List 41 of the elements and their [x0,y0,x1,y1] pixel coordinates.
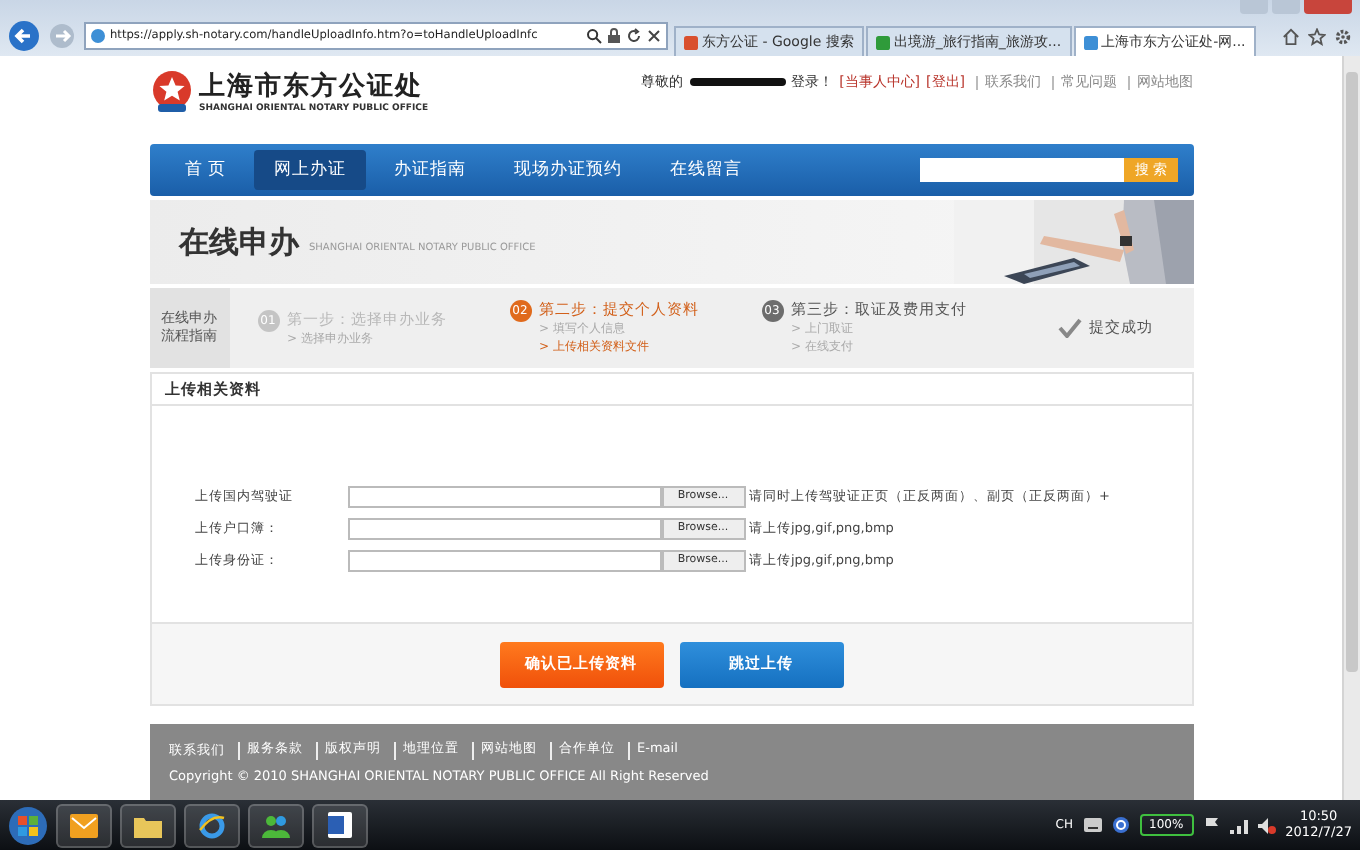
star-icon[interactable] [1308,27,1326,45]
settings-icon[interactable] [1334,27,1352,45]
search-icon[interactable] [586,28,602,44]
file-field[interactable] [347,485,661,507]
page-icon [90,28,106,44]
site-icon [684,35,698,49]
checkmark-icon [1057,318,1081,338]
site-icon [875,35,890,49]
document-icon [328,812,352,838]
nav-item[interactable]: 在线留言 [650,150,763,190]
volume-icon[interactable] [1257,817,1276,833]
start-button[interactable] [8,805,48,845]
file-field[interactable] [347,549,661,571]
lock-icon [606,28,622,44]
close-icon[interactable] [646,28,662,44]
back-icon[interactable] [8,20,40,52]
keyboard-icon[interactable] [1083,818,1101,832]
site-icon [1083,35,1098,49]
redaction-mark [689,78,786,86]
browser-icon [198,811,226,839]
refresh-icon[interactable] [626,28,642,44]
mail-icon [70,813,98,837]
banner-title: 在线申办 [179,223,299,261]
taskbar-item[interactable] [312,803,368,847]
search-field[interactable] [920,158,1125,182]
taskbar-item[interactable] [120,803,176,847]
nav-item[interactable]: 首 页 [165,150,247,190]
nav-item[interactable]: 办证指南 [374,150,487,190]
home-icon[interactable] [1282,27,1300,45]
logo-title: 上海市东方公证处 [199,69,425,103]
taskbar-item[interactable] [56,803,112,847]
nav-item[interactable]: 现场办证预约 [494,150,643,190]
file-field[interactable] [347,517,661,539]
scrollbar[interactable] [1342,56,1360,800]
people-icon [262,813,290,837]
folder-icon [134,813,162,837]
nav-item[interactable]: 网上办证 [254,150,367,190]
help-icon[interactable] [1111,816,1129,834]
logo-icon [149,69,193,113]
taskbar-item[interactable] [184,803,240,847]
signal-icon[interactable] [1229,817,1248,833]
